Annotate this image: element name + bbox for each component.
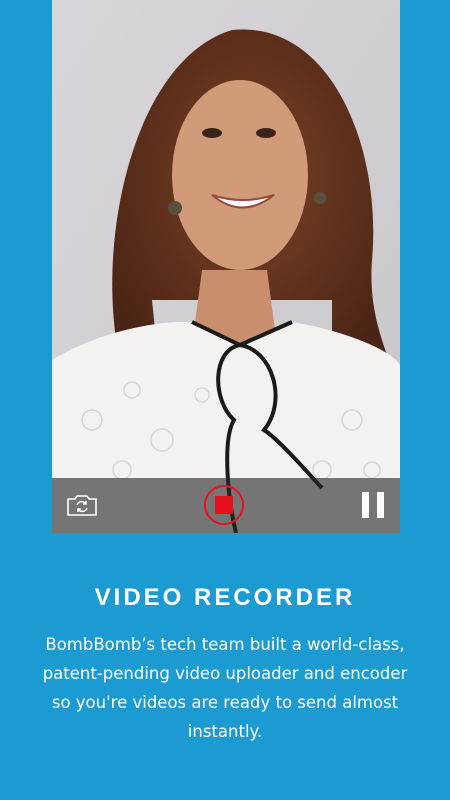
pause-button[interactable] [362, 492, 384, 518]
camera-flip-icon[interactable] [66, 493, 98, 517]
recorder-control-bar [52, 478, 400, 533]
pause-icon [362, 492, 369, 518]
stop-record-button[interactable] [204, 485, 244, 525]
stop-record-icon [215, 496, 233, 514]
video-recorder-screen [52, 0, 400, 533]
camera-preview [52, 0, 400, 533]
feature-description: BombBomb’s tech team built a world-class… [42, 635, 408, 741]
feature-title: VIDEO RECORDER [94, 584, 356, 611]
